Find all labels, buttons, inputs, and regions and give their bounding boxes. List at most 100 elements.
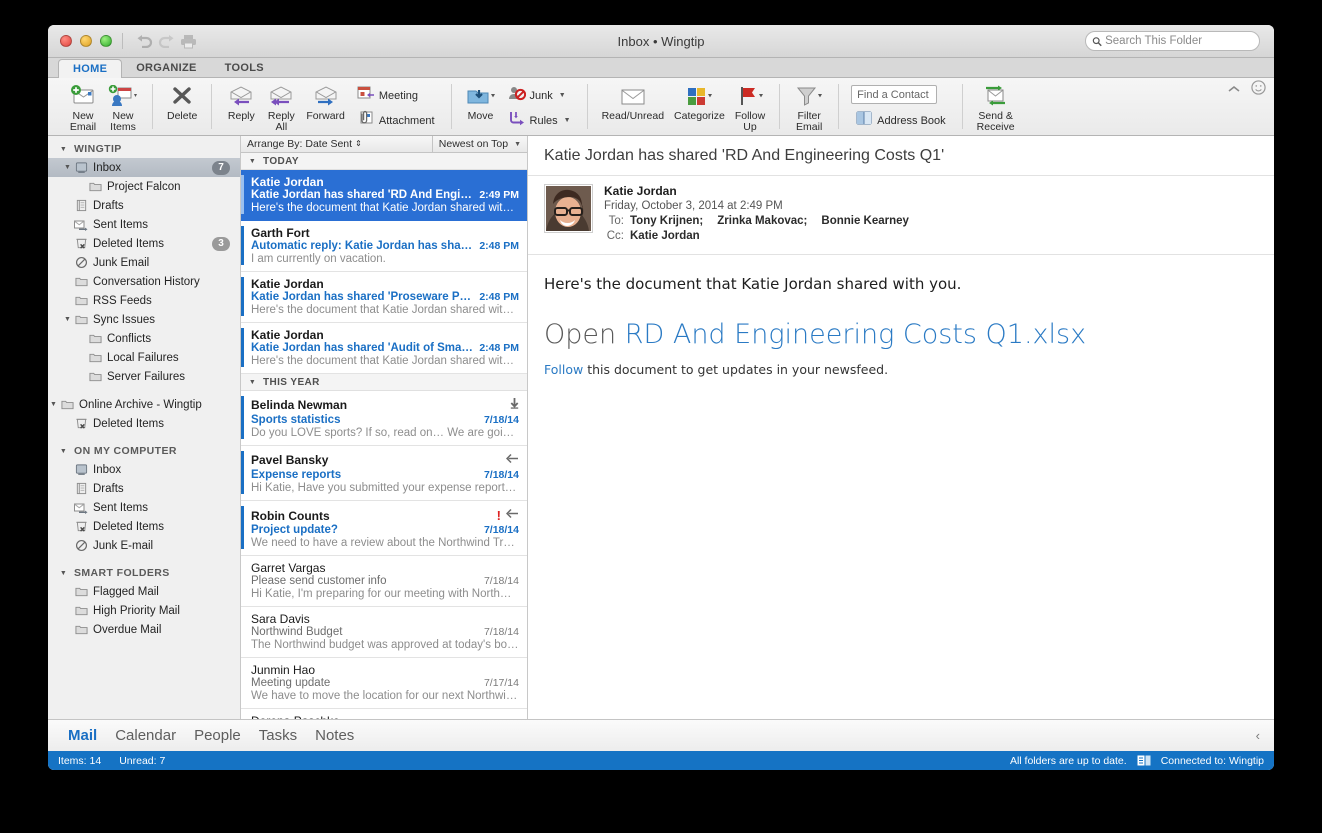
find-a-contact-field[interactable]: [851, 85, 938, 104]
sidebar-item-server-failures[interactable]: Server Failures: [48, 367, 240, 386]
arrange-by-button[interactable]: Arrange By: Date Sent ⇕: [241, 138, 432, 150]
module-notes[interactable]: Notes: [315, 727, 354, 744]
message-list-item[interactable]: Robin Counts ! Project update? 7/18/14 W…: [241, 501, 527, 556]
chevron-left-icon[interactable]: ‹: [1256, 728, 1260, 743]
sidebar-item-deleted-items-archive[interactable]: Deleted Items: [48, 414, 240, 433]
recipient[interactable]: Zrinka Makovac;: [717, 214, 807, 229]
sidebar-section-on-my-computer[interactable]: ▼ ON MY COMPUTER: [48, 441, 240, 460]
smiley-icon[interactable]: [1251, 80, 1266, 100]
recipient[interactable]: Katie Jordan: [630, 229, 700, 244]
junk-button[interactable]: Junk ▼: [504, 83, 575, 108]
undo-icon[interactable]: [133, 31, 155, 51]
meeting-button[interactable]: Meeting: [353, 83, 439, 108]
sidebar-item-junk-email-wingtip[interactable]: Junk Email: [48, 253, 240, 272]
follow-up-button[interactable]: Follow Up: [730, 81, 770, 135]
filter-email-button[interactable]: Filter Email: [789, 81, 829, 135]
tab-organize[interactable]: ORGANIZE: [122, 59, 210, 77]
categorize-button[interactable]: Categorize: [669, 81, 730, 135]
module-people[interactable]: People: [194, 727, 241, 744]
sidebar-item-inbox-local[interactable]: Inbox: [48, 460, 240, 479]
delete-button[interactable]: Delete: [162, 81, 202, 135]
sidebar-section-wingtip[interactable]: ▼ WINGTIP: [48, 139, 240, 158]
sidebar-item-rss-feeds[interactable]: RSS Feeds: [48, 291, 240, 310]
follow-link[interactable]: Follow: [544, 362, 583, 377]
recipient[interactable]: Bonnie Kearney: [821, 214, 909, 229]
module-tasks[interactable]: Tasks: [259, 727, 297, 744]
sidebar-section-smart-folders[interactable]: ▼ SMART FOLDERS: [48, 563, 240, 582]
close-window-button[interactable]: [60, 35, 72, 47]
new-email-button[interactable]: New Email: [63, 81, 103, 135]
move-button[interactable]: Move: [461, 81, 501, 135]
rules-button[interactable]: Rules ▼: [504, 108, 575, 133]
sidebar-item-junk-email-local[interactable]: Junk E-mail: [48, 536, 240, 555]
send-receive-button[interactable]: Send & Receive: [972, 81, 1020, 135]
sidebar-item-flagged-mail[interactable]: Flagged Mail: [48, 582, 240, 601]
address-book-button[interactable]: Address Book: [851, 108, 949, 133]
sidebar-item-conversation-history[interactable]: Conversation History: [48, 272, 240, 291]
disclosure-triangle-icon[interactable]: ▼: [247, 379, 258, 386]
sidebar-item-inbox-wingtip[interactable]: ▼ Inbox 7: [48, 158, 240, 177]
sort-updown-icon[interactable]: ⇕: [355, 140, 362, 148]
disclosure-triangle-icon[interactable]: ▼: [62, 164, 73, 171]
sidebar-item-conflicts[interactable]: Conflicts: [48, 329, 240, 348]
message-list-item[interactable]: Katie Jordan Katie Jordan has shared 'Au…: [241, 323, 527, 374]
chevron-down-icon[interactable]: ▼: [514, 141, 521, 148]
sidebar-item-sent-items-local[interactable]: Sent Items: [48, 498, 240, 517]
sidebar-item-drafts-wingtip[interactable]: Drafts: [48, 196, 240, 215]
module-mail[interactable]: Mail: [68, 727, 97, 744]
message-list-scroll[interactable]: ▼ TODAY Katie Jordan Katie Jordan has sh…: [241, 153, 527, 719]
sidebar-item-deleted-items-local[interactable]: Deleted Items: [48, 517, 240, 536]
forward-button[interactable]: Forward: [301, 81, 350, 135]
message-list-item[interactable]: Dorena Paschke: [241, 709, 527, 719]
sidebar-item-deleted-items-wingtip[interactable]: Deleted Items 3: [48, 234, 240, 253]
disclosure-triangle-icon[interactable]: ▼: [58, 448, 69, 455]
redo-icon[interactable]: [155, 31, 177, 51]
disclosure-triangle-icon[interactable]: ▼: [58, 146, 69, 153]
folder-sidebar[interactable]: ▼ WINGTIP ▼ Inbox 7 Project Falcon Draft…: [48, 136, 241, 719]
sidebar-item-drafts-local[interactable]: Drafts: [48, 479, 240, 498]
search-this-folder[interactable]: [1085, 31, 1260, 51]
message-list-item[interactable]: Katie Jordan Katie Jordan has shared 'RD…: [241, 170, 527, 221]
sort-order-button[interactable]: Newest on Top ▼: [431, 136, 527, 152]
disclosure-triangle-icon[interactable]: ▼: [62, 316, 73, 323]
module-calendar[interactable]: Calendar: [115, 727, 176, 744]
disclosure-triangle-icon[interactable]: ▼: [48, 401, 59, 408]
new-items-button[interactable]: New Items: [103, 81, 143, 135]
message-list-item[interactable]: Garret Vargas Please send customer info …: [241, 556, 527, 607]
search-input[interactable]: [1105, 35, 1253, 47]
message-list-item[interactable]: Katie Jordan Katie Jordan has shared 'Pr…: [241, 272, 527, 323]
chevron-down-icon[interactable]: ▼: [564, 117, 571, 124]
document-link[interactable]: RD And Engineering Costs Q1.xlsx: [625, 319, 1086, 350]
message-list[interactable]: Arrange By: Date Sent ⇕ Newest on Top ▼ …: [241, 136, 528, 719]
message-list-item[interactable]: Belinda Newman Sports statistics 7/18/14…: [241, 391, 527, 446]
message-list-item[interactable]: Sara Davis Northwind Budget 7/18/14 The …: [241, 607, 527, 658]
sidebar-item-overdue-mail[interactable]: Overdue Mail: [48, 620, 240, 639]
minimize-window-button[interactable]: [80, 35, 92, 47]
disclosure-triangle-icon[interactable]: ▼: [58, 570, 69, 577]
disclosure-triangle-icon[interactable]: ▼: [247, 158, 258, 165]
print-icon[interactable]: [177, 31, 199, 51]
sidebar-item-online-archive-wingtip[interactable]: ▼ Online Archive - Wingtip: [48, 395, 240, 414]
reply-all-button[interactable]: Reply All: [261, 81, 301, 135]
message-date: 7/18/14: [483, 524, 519, 536]
reply-button[interactable]: Reply: [221, 81, 261, 135]
sidebar-item-sent-items-wingtip[interactable]: Sent Items: [48, 215, 240, 234]
tab-home[interactable]: HOME: [58, 59, 123, 78]
message-group-today[interactable]: ▼ TODAY: [241, 153, 527, 170]
message-list-item[interactable]: Junmin Hao Meeting update 7/17/14 We hav…: [241, 658, 527, 709]
find-contact-input[interactable]: [857, 88, 932, 101]
sidebar-item-sync-issues[interactable]: ▼ Sync Issues: [48, 310, 240, 329]
message-group-this-year[interactable]: ▼ THIS YEAR: [241, 374, 527, 391]
collapse-ribbon-icon[interactable]: [1227, 81, 1241, 99]
zoom-window-button[interactable]: [100, 35, 112, 47]
message-list-item[interactable]: Garth Fort Automatic reply: Katie Jordan…: [241, 221, 527, 272]
sidebar-item-local-failures[interactable]: Local Failures: [48, 348, 240, 367]
sidebar-item-project-falcon[interactable]: Project Falcon: [48, 177, 240, 196]
attachment-button[interactable]: Attachment: [353, 108, 439, 133]
read-unread-button[interactable]: Read/Unread: [597, 81, 669, 135]
tab-tools[interactable]: TOOLS: [211, 59, 278, 77]
recipient[interactable]: Tony Krijnen;: [630, 214, 703, 229]
message-list-item[interactable]: Pavel Bansky Expense reports 7/18/14 Hi …: [241, 446, 527, 501]
chevron-down-icon[interactable]: ▼: [559, 92, 566, 99]
sidebar-item-high-priority-mail[interactable]: High Priority Mail: [48, 601, 240, 620]
